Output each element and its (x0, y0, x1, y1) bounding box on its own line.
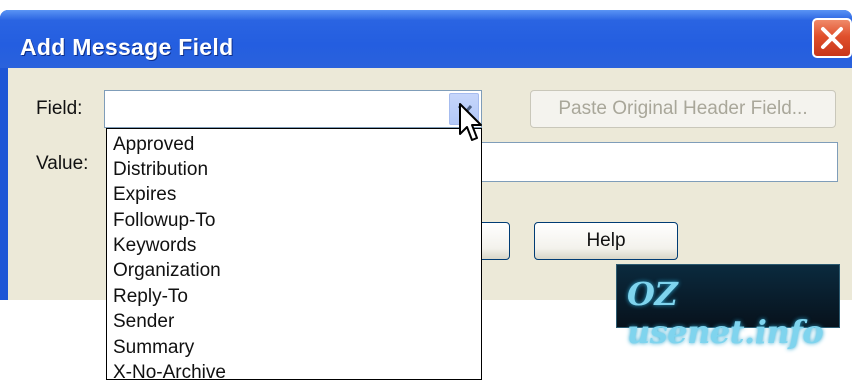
value-input[interactable] (476, 142, 838, 182)
dropdown-option-x-no-archive[interactable]: X-No-Archive (113, 362, 226, 379)
value-label: Value: (36, 153, 89, 174)
dropdown-option-approved[interactable]: Approved (113, 134, 194, 156)
dropdown-option-expires[interactable]: Expires (113, 184, 176, 206)
watermark-text: OZ usenet.info (627, 275, 824, 351)
paste-original-header-field-button[interactable]: Paste Original Header Field... (530, 90, 836, 128)
dropdown-option-reply-to[interactable]: Reply-To (113, 286, 188, 308)
watermark-logo: OZ usenet.info (616, 264, 840, 351)
dropdown-option-summary[interactable]: Summary (113, 337, 194, 359)
mouse-cursor-icon (459, 103, 482, 141)
field-combobox[interactable] (104, 90, 482, 128)
field-label: Field: (36, 98, 83, 119)
close-button[interactable] (812, 18, 852, 58)
window-title: Add Message Field (20, 34, 234, 60)
dropdown-option-keywords[interactable]: Keywords (113, 235, 196, 257)
dropdown-option-distribution[interactable]: Distribution (113, 159, 208, 181)
help-button[interactable]: Help (534, 222, 678, 260)
dropdown-option-organization[interactable]: Organization (113, 260, 221, 282)
field-dropdown-list[interactable]: Approved Distribution Expires Followup-T… (106, 128, 482, 380)
title-bar[interactable]: Add Message Field (0, 10, 852, 68)
dropdown-option-followup-to[interactable]: Followup-To (113, 210, 215, 232)
dropdown-option-sender[interactable]: Sender (113, 311, 174, 333)
close-icon (821, 27, 843, 49)
